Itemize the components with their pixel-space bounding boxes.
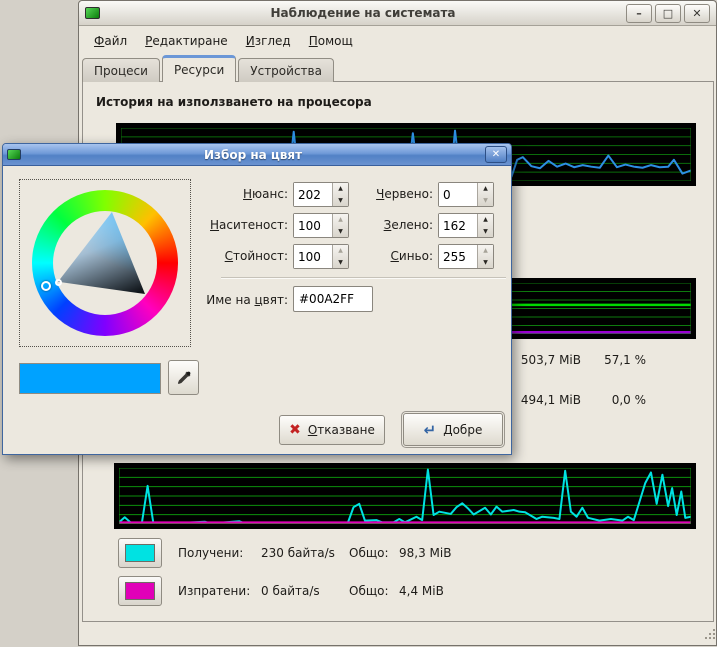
menubar: Файл Редактиране Изглед Помощ — [81, 28, 366, 54]
resize-grip[interactable] — [705, 629, 707, 631]
color-wheel-widget[interactable] — [19, 179, 191, 347]
blue-label: Синьо: — [353, 249, 433, 263]
tab-bar: Процеси Ресурси Устройства — [82, 55, 336, 82]
minimize-button[interactable]: – — [626, 4, 652, 23]
color-name-input[interactable] — [293, 286, 373, 312]
received-rate: 230 байта/s — [261, 546, 335, 560]
statusbar — [80, 623, 715, 646]
ok-button[interactable]: ↵ Добре — [403, 413, 503, 446]
eyedropper-button[interactable] — [168, 360, 199, 395]
sent-color-swatch — [125, 582, 155, 600]
tab-resources[interactable]: Ресурси — [162, 55, 236, 82]
maximize-button[interactable]: □ — [655, 4, 681, 23]
window-titlebar[interactable]: Наблюдение на системата – □ ✕ — [79, 1, 716, 26]
network-sent-row: Изпратени: 0 байта/s Общо: 4,4 MiB — [118, 576, 678, 606]
saturation-input[interactable] — [294, 214, 332, 237]
swap-percent: 0,0 % — [579, 393, 646, 407]
value-spinner: ▲▼ — [293, 244, 349, 269]
network-received-row: Получени: 230 байта/s Общо: 98,3 MiB — [118, 538, 678, 568]
hue-marker[interactable] — [41, 281, 51, 291]
received-total: 98,3 MiB — [399, 546, 451, 560]
green-input[interactable] — [439, 214, 477, 237]
hue-ring[interactable] — [32, 190, 178, 336]
blue-input[interactable] — [439, 245, 477, 268]
tab-processes[interactable]: Процеси — [82, 58, 160, 82]
sent-rate: 0 байта/s — [261, 584, 320, 598]
dialog-app-icon — [7, 149, 21, 160]
sent-color-button[interactable] — [118, 576, 162, 606]
hue-input[interactable] — [294, 183, 332, 206]
red-up-arrow[interactable]: ▲ — [478, 183, 493, 195]
sent-total-label: Общо: — [349, 584, 389, 598]
hue-label: Нюанс: — [208, 187, 288, 201]
eyedropper-icon — [176, 370, 192, 386]
tab-devices[interactable]: Устройства — [238, 58, 334, 82]
hue-down-arrow[interactable]: ▼ — [333, 195, 348, 207]
green-spinner: ▲▼ — [438, 213, 494, 238]
green-up-arrow[interactable]: ▲ — [478, 214, 493, 226]
sent-label: Изпратени: — [178, 584, 250, 598]
close-button[interactable]: ✕ — [684, 4, 710, 23]
red-input[interactable] — [439, 183, 477, 206]
received-color-swatch — [125, 544, 155, 562]
memory-percent: 57,1 % — [579, 353, 646, 367]
received-color-button[interactable] — [118, 538, 162, 568]
color-name-label: Име на цвят: — [188, 293, 288, 307]
window-title: Наблюдение на системата — [105, 6, 621, 20]
green-down-arrow[interactable]: ▼ — [478, 226, 493, 238]
enter-arrow-icon: ↵ — [424, 421, 437, 439]
green-label: Зелено: — [353, 218, 433, 232]
blue-down-arrow[interactable]: ▼ — [478, 257, 493, 269]
color-picker-dialog: Избор на цвят ✕ Нюанс: ▲▼ Наситеност: ▲▼… — [2, 143, 512, 455]
cancel-x-icon: ✖ — [289, 422, 301, 438]
received-total-label: Общо: — [349, 546, 389, 560]
cpu-history-title: История на използването на процесора — [96, 95, 372, 109]
system-monitor-icon — [85, 7, 100, 19]
saturation-spinner: ▲▼ — [293, 213, 349, 238]
network-history-chart — [114, 463, 696, 529]
separator — [221, 277, 506, 279]
saturation-label: Наситеност: — [208, 218, 288, 232]
window-controls: – □ ✕ — [626, 4, 710, 23]
dialog-titlebar[interactable]: Избор на цвят ✕ — [3, 144, 511, 166]
value-up-arrow[interactable]: ▲ — [333, 245, 348, 257]
value-label: Стойност: — [208, 249, 288, 263]
menu-edit[interactable]: Редактиране — [136, 30, 237, 52]
value-down-arrow[interactable]: ▼ — [333, 257, 348, 269]
cancel-button[interactable]: ✖ Отказване — [279, 415, 385, 445]
red-label: Червено: — [353, 187, 433, 201]
dialog-title: Избор на цвят — [25, 148, 481, 162]
ok-button-label: Добре — [443, 423, 482, 437]
sv-marker[interactable] — [55, 279, 62, 286]
hue-up-arrow[interactable]: ▲ — [333, 183, 348, 195]
value-input[interactable] — [294, 245, 332, 268]
red-down-arrow[interactable]: ▼ — [478, 195, 493, 207]
sent-total: 4,4 MiB — [399, 584, 444, 598]
blue-spinner: ▲▼ — [438, 244, 494, 269]
menu-view[interactable]: Изглед — [237, 30, 300, 52]
saturation-down-arrow[interactable]: ▼ — [333, 226, 348, 238]
red-spinner: ▲▼ — [438, 182, 494, 207]
desktop: Наблюдение на системата – □ ✕ Файл Редак… — [0, 0, 717, 647]
hue-spinner: ▲▼ — [293, 182, 349, 207]
received-label: Получени: — [178, 546, 243, 560]
current-color-swatch — [19, 363, 161, 394]
blue-up-arrow[interactable]: ▲ — [478, 245, 493, 257]
cancel-button-label: Отказване — [308, 423, 375, 437]
menu-file[interactable]: Файл — [85, 30, 136, 52]
menu-help[interactable]: Помощ — [300, 30, 362, 52]
dialog-close-button[interactable]: ✕ — [485, 146, 507, 163]
saturation-up-arrow[interactable]: ▲ — [333, 214, 348, 226]
